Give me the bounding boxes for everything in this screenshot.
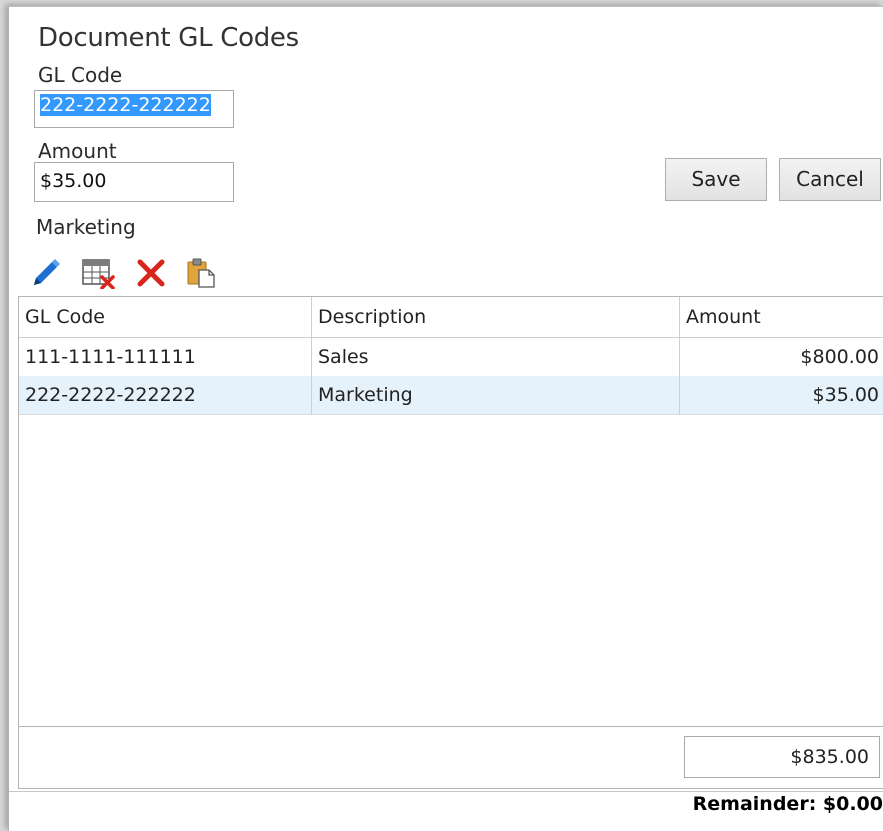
table-row-selected[interactable]: 222-2222-222222 Marketing $35.00 xyxy=(19,376,883,415)
gl-description-text: Marketing xyxy=(36,215,136,239)
grid-footer: $835.00 xyxy=(19,726,883,788)
grid-header: GL Code Description Amount xyxy=(19,297,883,338)
remainder-text: Remainder: $0.00 xyxy=(692,793,883,815)
gl-codes-grid: GL Code Description Amount 111-1111-1111… xyxy=(18,296,883,789)
gl-code-input-value: 222-2222-222222 xyxy=(40,94,211,116)
cell-amount: $35.00 xyxy=(679,376,883,414)
column-header-gl-code[interactable]: GL Code xyxy=(19,297,311,337)
delete-x-icon[interactable] xyxy=(134,256,168,290)
cancel-button[interactable]: Cancel xyxy=(779,158,881,201)
gl-code-input[interactable]: 222-2222-222222 xyxy=(34,90,234,128)
amount-label: Amount xyxy=(38,139,117,163)
column-header-amount[interactable]: Amount xyxy=(679,297,883,337)
table-row[interactable]: 111-1111-111111 Sales $800.00 xyxy=(19,338,883,377)
gl-code-label: GL Code xyxy=(38,63,123,87)
cell-description: Sales xyxy=(311,338,679,376)
cell-gl-code: 222-2222-222222 xyxy=(25,384,196,406)
amount-total: $835.00 xyxy=(684,736,880,778)
cell-gl-code: 111-1111-111111 xyxy=(25,346,196,368)
amount-input-value: $35.00 xyxy=(40,170,107,192)
column-header-description[interactable]: Description xyxy=(311,297,679,337)
amount-input[interactable]: $35.00 xyxy=(34,162,234,202)
dialog-title: Document GL Codes xyxy=(38,23,299,53)
edit-pencil-icon[interactable] xyxy=(29,256,63,290)
footer-divider xyxy=(9,791,883,792)
delete-row-grid-icon[interactable] xyxy=(81,256,115,290)
save-button[interactable]: Save xyxy=(665,158,767,201)
paste-clipboard-icon[interactable] xyxy=(184,256,218,290)
cell-description: Marketing xyxy=(311,376,679,414)
cell-amount: $800.00 xyxy=(679,338,883,376)
gl-codes-dialog: Document GL Codes GL Code 222-2222-22222… xyxy=(8,6,883,831)
